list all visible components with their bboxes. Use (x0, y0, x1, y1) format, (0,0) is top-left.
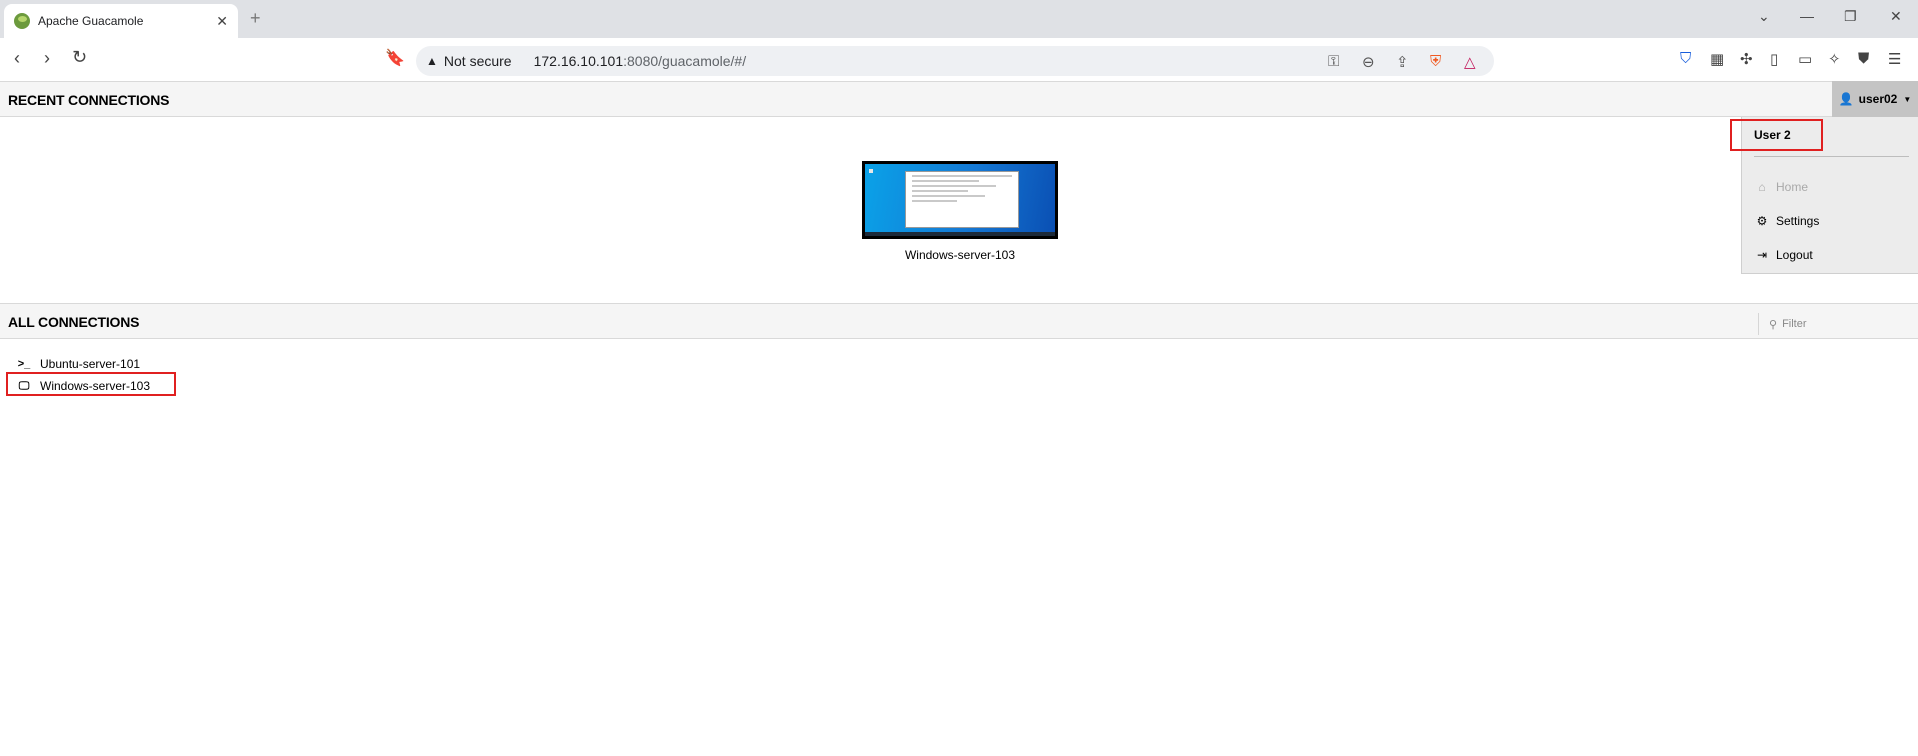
back-icon[interactable]: ‹ (14, 48, 20, 69)
new-tab-button[interactable]: + (250, 8, 261, 29)
search-icon: ⚲ (1769, 318, 1778, 331)
recent-connection-thumbnail[interactable] (862, 161, 1058, 239)
menu-item-home[interactable]: ⌂ Home (1754, 180, 1808, 194)
connection-name: Ubuntu-server-101 (40, 357, 141, 371)
restore-icon[interactable]: ❐ (1844, 8, 1857, 25)
terminal-icon: >_ (17, 358, 31, 370)
gear-icon: ⚙ (1756, 214, 1768, 228)
tab-search-icon[interactable]: ⌄ (1758, 8, 1770, 25)
guacamole-favicon-icon (14, 13, 30, 29)
menu-icon[interactable]: ☰ (1888, 50, 1901, 68)
tab-close-icon[interactable]: ✕ (216, 13, 228, 30)
bitwarden-icon[interactable]: ⛉ (1680, 50, 1691, 67)
browser-tab[interactable]: Apache Guacamole ✕ (4, 4, 238, 38)
reload-icon[interactable]: ↻ (72, 47, 87, 68)
preview-window (905, 171, 1019, 228)
preview-taskbar (865, 232, 1055, 236)
all-connections-title: ALL CONNECTIONS (8, 314, 140, 330)
all-connections-header: ALL CONNECTIONS (0, 303, 1918, 339)
key-icon[interactable]: ⚿ (1328, 53, 1339, 70)
forward-icon[interactable]: › (44, 48, 50, 69)
highlight-box (6, 372, 176, 396)
filter-input[interactable] (1782, 318, 1903, 330)
user-menu-dropdown: User 2 ⌂ Home ⚙ Settings ⇥ Logout (1730, 117, 1918, 274)
user-icon: 👤 (1838, 92, 1854, 106)
brave-shield-icon[interactable]: ⛨ (1430, 53, 1441, 70)
user-display-name: User 2 (1754, 128, 1791, 142)
brave-rewards-icon[interactable]: △ (1464, 53, 1476, 71)
sidebar-icon[interactable]: ▯ (1770, 50, 1778, 68)
remote-desktop-preview (865, 164, 1055, 236)
filter-box: ⚲ (1758, 313, 1918, 335)
minimize-icon[interactable]: — (1800, 8, 1814, 24)
connection-item-ubuntu[interactable]: >_ Ubuntu-server-101 (16, 357, 140, 371)
menu-item-logout[interactable]: ⇥ Logout (1754, 248, 1813, 262)
leo-ai-icon[interactable]: ✧ (1828, 50, 1841, 68)
username-label: user02 (1858, 92, 1898, 106)
menu-item-label: Home (1776, 180, 1809, 194)
vpn-icon[interactable]: ⛊ (1858, 50, 1869, 67)
browser-tab-bar: Apache Guacamole ✕ + ⌄ — ❐ ✕ (0, 0, 1918, 38)
url-path: :8080/guacamole/#/ (623, 53, 747, 69)
menu-item-label: Settings (1776, 214, 1820, 228)
desktop-icon (869, 169, 873, 173)
zoom-icon[interactable]: ⊖ (1362, 53, 1375, 71)
user-menu-button[interactable]: 👤 user02 ▼ (1832, 81, 1918, 117)
bookmark-icon[interactable]: 🔖 (385, 48, 405, 68)
browser-toolbar: ‹ › ↻ 🔖 ▲ Not secure 172.16.10.101:8080/… (0, 38, 1918, 82)
recent-connections-header: RECENT CONNECTIONS (0, 81, 1918, 117)
warning-icon: ▲ (426, 54, 438, 68)
menu-item-settings[interactable]: ⚙ Settings (1754, 214, 1820, 228)
url-host: 172.16.10.101 (533, 53, 624, 69)
tab-title: Apache Guacamole (38, 14, 144, 28)
menu-item-label: Logout (1776, 248, 1813, 262)
caret-down-icon: ▼ (1903, 94, 1912, 104)
menu-separator (1754, 156, 1909, 157)
window-close-icon[interactable]: ✕ (1890, 8, 1902, 25)
address-bar[interactable]: ▲ Not secure 172.16.10.101:8080/guacamol… (416, 46, 1494, 76)
recent-connections-title: RECENT CONNECTIONS (8, 92, 170, 108)
share-icon[interactable]: ⇪ (1396, 53, 1409, 71)
home-icon: ⌂ (1758, 180, 1766, 194)
recent-connection-label[interactable]: Windows-server-103 (862, 248, 1058, 262)
logout-icon: ⇥ (1756, 248, 1768, 262)
wallet-icon[interactable]: ▭ (1798, 50, 1812, 68)
extensions-icon[interactable]: ✣ (1740, 50, 1753, 68)
qr-code-icon[interactable]: ▦ (1710, 50, 1724, 68)
security-indicator[interactable]: Not secure (444, 53, 512, 69)
